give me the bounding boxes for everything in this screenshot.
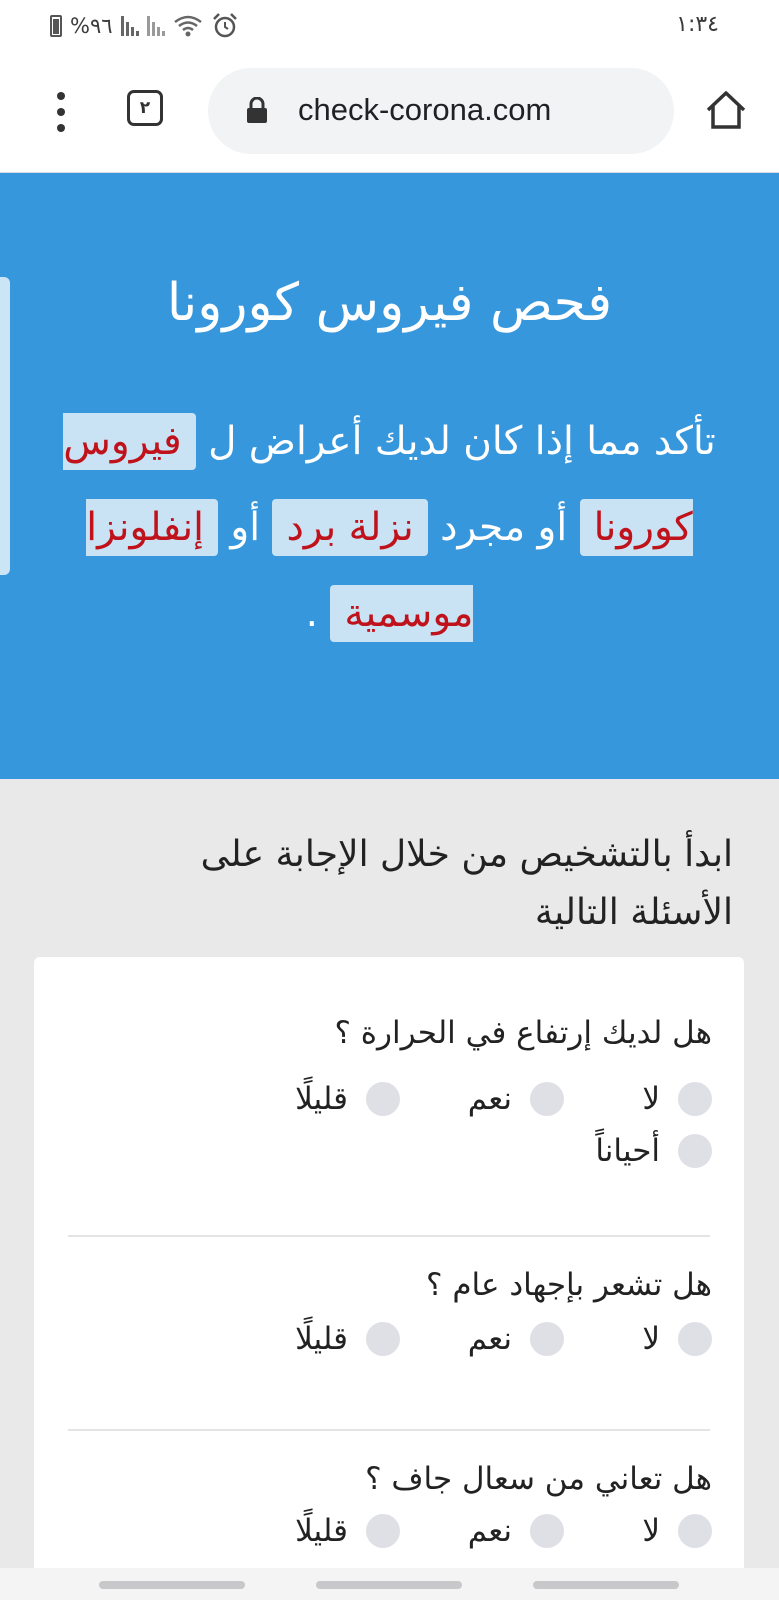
radio-button[interactable]	[530, 1322, 564, 1356]
hero-banner: فحص فيروس كورونا تأكد مما إذا كان لديك أ…	[0, 173, 779, 779]
hero-line-start: تأكد مما إذا كان لديك أعراض ل	[208, 419, 716, 464]
radio-button[interactable]	[366, 1082, 400, 1116]
signal-secondary-icon	[146, 16, 165, 36]
radio-button[interactable]	[678, 1514, 712, 1548]
nav-back-handle[interactable]	[99, 1581, 245, 1589]
url-text: check-corona.com	[298, 92, 552, 127]
hero-description: تأكد مما إذا كان لديك أعراض ل فيروس كورو…	[60, 399, 719, 657]
side-drawer-handle[interactable]	[0, 277, 10, 575]
radio-button[interactable]	[366, 1322, 400, 1356]
option-fever-no[interactable]: لا	[642, 1081, 712, 1117]
status-icons: %٩٦	[50, 10, 239, 42]
signal-icon	[120, 16, 139, 36]
radio-button[interactable]	[530, 1514, 564, 1548]
radio-button[interactable]	[678, 1322, 712, 1356]
divider	[68, 1235, 710, 1237]
radio-button[interactable]	[530, 1082, 564, 1116]
system-nav-bar	[0, 1568, 779, 1600]
question-fever: هل لديك إرتفاع في الحرارة ؟	[334, 1015, 712, 1051]
alarm-icon	[212, 13, 237, 38]
option-fatigue-no[interactable]: لا	[642, 1321, 712, 1357]
option-fatigue-yes[interactable]: نعم	[468, 1321, 564, 1357]
nav-recents-handle[interactable]	[533, 1581, 679, 1589]
battery-level: %٩٦	[70, 14, 113, 38]
question-dry-cough: هل تعاني من سعال جاف ؟	[365, 1461, 712, 1497]
question-fatigue: هل تشعر بإجهاد عام ؟	[426, 1267, 712, 1303]
option-cough-little[interactable]: قليلًا	[295, 1513, 400, 1549]
hero-or-just: أو مجرد	[440, 505, 568, 550]
radio-button[interactable]	[678, 1082, 712, 1116]
option-fatigue-little[interactable]: قليلًا	[295, 1321, 400, 1357]
battery-icon	[50, 15, 62, 37]
browser-toolbar: ٢ check-corona.com	[0, 52, 779, 173]
status-bar: %٩٦ ١:٣٤	[0, 0, 779, 52]
wifi-icon	[173, 15, 202, 37]
tab-switcher-button[interactable]: ٢	[127, 90, 163, 126]
option-fever-yes[interactable]: نعم	[468, 1081, 564, 1117]
nav-home-handle[interactable]	[316, 1581, 462, 1589]
radio-button[interactable]	[678, 1134, 712, 1168]
divider	[68, 1429, 710, 1431]
highlight-cold: نزلة برد	[272, 499, 428, 556]
option-fever-little[interactable]: قليلًا	[295, 1081, 400, 1117]
page-title: فحص فيروس كورونا	[166, 273, 613, 333]
home-icon[interactable]	[704, 88, 748, 132]
radio-button[interactable]	[366, 1514, 400, 1548]
option-cough-yes[interactable]: نعم	[468, 1513, 564, 1549]
intro-text: ابدأ بالتشخيص من خلال الإجابة على الأسئل…	[200, 834, 733, 933]
option-cough-no[interactable]: لا	[642, 1513, 712, 1549]
clock: ١:٣٤	[676, 12, 719, 37]
more-menu-icon[interactable]	[46, 92, 76, 132]
questions-card: هل لديك إرتفاع في الحرارة ؟ لا نعم قليلً…	[34, 957, 744, 1600]
hero-end: .	[305, 591, 319, 636]
option-fever-sometimes[interactable]: أحياناً	[595, 1133, 712, 1169]
lock-icon	[247, 97, 267, 123]
hero-or: أو	[230, 505, 261, 550]
address-bar[interactable]: check-corona.com	[208, 68, 674, 154]
